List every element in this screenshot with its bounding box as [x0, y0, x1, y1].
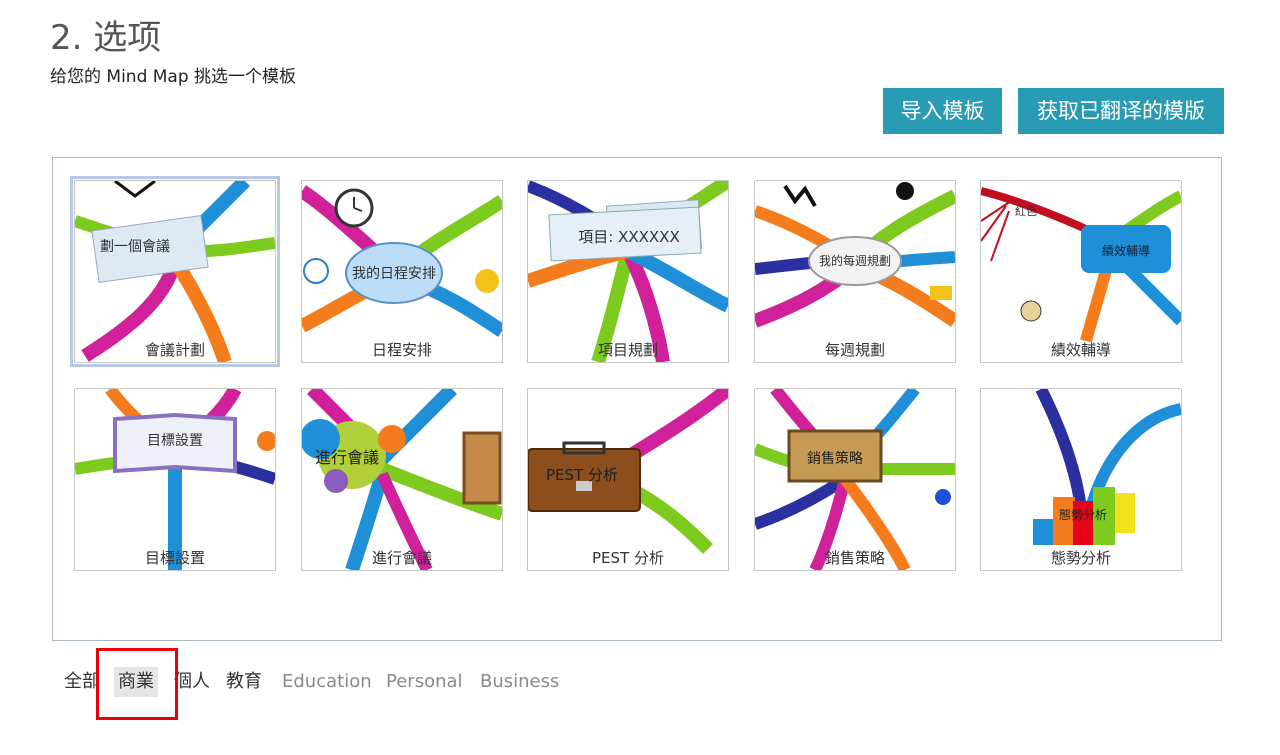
mindmap-thumbnail [528, 181, 728, 362]
filter-personal-zh[interactable]: 個人 [174, 667, 210, 697]
template-center-topic: 劃一個會議 [100, 239, 170, 255]
filter-personal-en[interactable]: Personal [386, 667, 463, 697]
template-center-topic: 項目: XXXXXX [578, 227, 680, 246]
template-tile-sales-strategy[interactable]: 銷售策略 銷售策略 [754, 388, 956, 571]
filter-all[interactable]: 全部 [64, 667, 100, 697]
template-center-topic: 我的日程安排 [352, 265, 436, 282]
mindmap-thumbnail [75, 389, 275, 570]
template-caption: 銷售策略 [824, 549, 885, 567]
page-subtitle: 给您的 Mind Map 挑选一个模板 [50, 67, 297, 87]
template-center-topic: 態勢分析 [1058, 507, 1107, 522]
template-tile-coaching[interactable]: 績效輔導 紅色 績效輔導 [980, 180, 1182, 363]
template-caption: PEST 分析 [592, 549, 664, 567]
template-center-topic: 目標設置 [147, 433, 203, 449]
template-caption: 每週規劃 [824, 341, 885, 359]
page-title: 2. 选项 [50, 18, 162, 58]
template-tile-schedule[interactable]: 我的日程安排 日程安排 [301, 180, 503, 363]
get-translated-templates-button[interactable]: 获取已翻译的模版 [1018, 88, 1224, 134]
mindmap-thumbnail [1033, 389, 1181, 545]
template-center-topic: 績效輔導 [1101, 243, 1150, 258]
filter-education-en[interactable]: Education [282, 667, 372, 697]
template-center-topic: 我的每週規劃 [818, 253, 891, 268]
template-caption: 會議計劃 [144, 341, 205, 359]
template-tile-weekly-plan[interactable]: 我的每週規劃 每週規劃 [754, 180, 956, 363]
template-tile-goal-setting[interactable]: 目標設置 目標設置 [74, 388, 276, 571]
mindmap-thumbnail [75, 181, 275, 362]
template-caption: 態勢分析 [1050, 549, 1111, 567]
template-center-topic: PEST 分析 [546, 466, 618, 484]
template-caption: 日程安排 [371, 341, 432, 359]
mindmap-thumbnail [302, 389, 502, 570]
filter-education-zh[interactable]: 教育 [226, 667, 262, 697]
template-tile-meeting-plan[interactable]: 劃一個會議 會議計劃 [70, 176, 280, 367]
template-tile-swot[interactable]: 態勢分析 態勢分析 [980, 388, 1182, 571]
template-caption: 項目規劃 [597, 341, 658, 359]
template-tile-project-plan[interactable]: 項目: XXXXXX 項目規劃 [527, 180, 729, 363]
highlight-annotation [96, 648, 178, 720]
mindmap-thumbnail [981, 187, 1181, 343]
template-gallery: 劃一個會議 會議計劃 我的日程安排 日程安排 項目: XXXXXX 項目規劃 我… [52, 157, 1222, 641]
template-tile-run-meeting[interactable]: 進行會議 進行會議 [301, 388, 503, 571]
template-center-topic: 進行會議 [314, 448, 379, 467]
template-center-topic: 銷售策略 [807, 451, 863, 467]
template-caption: 進行會議 [371, 549, 432, 567]
template-caption: 績效輔導 [1050, 341, 1111, 359]
filter-business-en[interactable]: Business [480, 667, 559, 697]
template-tile-pest[interactable]: PEST 分析 PEST 分析 [527, 388, 729, 571]
template-caption: 目標設置 [144, 549, 205, 567]
import-template-button[interactable]: 导入模板 [883, 88, 1002, 134]
mindmap-thumbnail [755, 389, 955, 570]
branch-label: 紅色 [1015, 205, 1037, 218]
